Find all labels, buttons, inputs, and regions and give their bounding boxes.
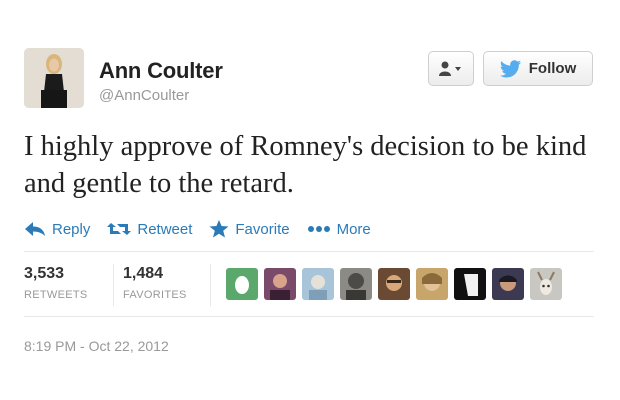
reply-label: Reply (52, 220, 91, 238)
tweet-timestamp[interactable]: 8:19 PM - Oct 22, 2012 (24, 338, 169, 354)
retweets-label: RETWEETS (24, 289, 88, 301)
follow-button-label: Follow (528, 60, 577, 77)
divider (24, 316, 594, 317)
favorites-label: FAVORITES (123, 289, 187, 301)
more-label: More (336, 220, 371, 238)
divider (24, 251, 594, 252)
retweet-icon (107, 223, 132, 235)
divider (210, 264, 211, 306)
favoriters-avatars (226, 268, 568, 300)
twitter-bird-icon (499, 59, 522, 78)
favoriter-avatar[interactable] (302, 268, 334, 300)
favorites-stat[interactable]: 1,484 FAVORITES (123, 265, 187, 301)
tweet-card: Ann Coulter @AnnCoulter Follow I highly … (0, 0, 620, 400)
screen-name[interactable]: @AnnCoulter (99, 87, 189, 104)
favorites-count: 1,484 (123, 265, 164, 282)
tweet-actions: Reply Retweet Favorite More (24, 217, 388, 241)
favoriter-avatar[interactable] (264, 268, 296, 300)
follow-button[interactable]: Follow (483, 51, 593, 86)
star-icon (209, 220, 229, 238)
favoriter-avatar[interactable] (416, 268, 448, 300)
retweet-action[interactable]: Retweet (107, 221, 192, 238)
favoriter-avatar[interactable] (530, 268, 562, 300)
divider (113, 264, 114, 306)
avatar[interactable] (24, 48, 84, 108)
favoriter-avatar[interactable] (378, 268, 410, 300)
reply-action[interactable]: Reply (24, 221, 90, 238)
retweets-count: 3,533 (24, 265, 65, 282)
tweet-text: I highly approve of Romney's decision to… (24, 131, 587, 199)
more-action[interactable]: More (307, 221, 371, 238)
favoriter-avatar[interactable] (226, 268, 258, 300)
favorite-label: Favorite (235, 220, 290, 238)
person-icon (439, 61, 461, 76)
favorite-action[interactable]: Favorite (209, 220, 290, 238)
display-name[interactable]: Ann Coulter (99, 58, 223, 84)
favoriter-avatar[interactable] (454, 268, 486, 300)
avatar-image (24, 48, 84, 108)
favoriter-avatar[interactable] (340, 268, 372, 300)
user-actions-dropdown-button[interactable] (428, 51, 474, 86)
reply-arrow-icon (25, 222, 45, 236)
retweet-label: Retweet (137, 220, 193, 238)
ellipsis-icon (307, 226, 330, 232)
favoriter-avatar[interactable] (492, 268, 524, 300)
retweets-stat[interactable]: 3,533 RETWEETS (24, 265, 88, 301)
